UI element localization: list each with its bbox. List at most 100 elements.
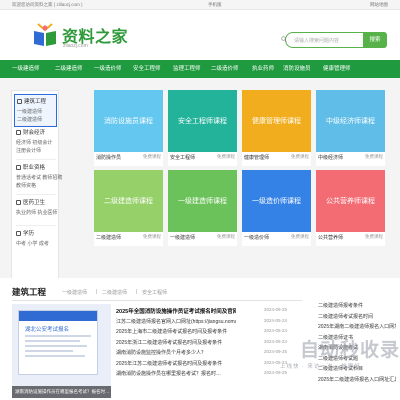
sitemap-link[interactable]: 网站地图 [370, 2, 388, 8]
sidebar-group-construction[interactable]: 建筑工程 一级建造师 二级建造师 [14, 94, 57, 127]
watermark-subtext: 上线快 · 来访一次 · 效果好 [280, 364, 361, 370]
nav-item[interactable]: 健康管理师 [323, 60, 351, 78]
news-list: 2025年全国消防设施操作员证考试报名时间及官网入口网址汇总2024-09-25… [116, 305, 287, 379]
search-icon [281, 36, 287, 42]
course-cover: 健康管理师课程 [242, 90, 311, 152]
free-course-link[interactable]: 免费课程 [291, 234, 309, 240]
news-item[interactable]: 2025年上海市二级建造师考试报名时间及报考条件 2024-05-24 [116, 326, 287, 337]
news-item[interactable]: 湖南消防设施监控操作员个月考多少人？ 2024-09-25 [116, 347, 287, 358]
course-cover: 一级建造师课程 [168, 170, 237, 232]
course-name: 消防操作员 [96, 155, 122, 161]
section-title: 建筑工程 [12, 287, 47, 297]
course-cover: 一级造价师课程 [242, 170, 311, 232]
text-line [25, 355, 85, 357]
news-item[interactable]: 湖南消防设施操作员在哪里报名考试？报名时… 2024-09-25 [116, 368, 287, 379]
article-thumbnail[interactable]: 湖北公安考试报名 湖南消防设施操作员在哪里报名考试？报名时… [12, 304, 111, 398]
course-card[interactable]: 公共营养师课程 公共营养师 免费课程 [316, 170, 385, 246]
section-tab[interactable]: 一级建造师 [62, 289, 87, 296]
search-input[interactable]: 请输入搜索问题内容 [285, 32, 363, 48]
sidebar-sub-link[interactable]: 经济师 初级会计 [16, 139, 58, 147]
related-item[interactable]: 二级建造师报考条件 [302, 300, 400, 311]
course-name: 二级建造师 [96, 235, 122, 241]
main-nav: 一级建造师 二级建造师 一级造价师 安全工程师 监理工程师 二级造价师 执业药师… [0, 60, 400, 78]
building-icon [17, 98, 22, 104]
thumbnail-titlebar [19, 311, 97, 321]
section-tab[interactable]: 二级建造师 [102, 289, 127, 296]
nav-item[interactable]: 消防设施员 [283, 60, 311, 78]
sidebar-group-career[interactable]: 职业资格 普通话考试 教师招聘 教师资格 [16, 163, 62, 190]
free-course-link[interactable]: 免费课程 [365, 154, 383, 160]
course-cover: 二级建造师课程 [94, 170, 163, 232]
thumbnail-screenshot: 湖北公安考试报名 [18, 310, 98, 375]
text-line [25, 350, 73, 352]
separator: | [136, 289, 138, 295]
sidebar-group-education[interactable]: 学历 中考 小学 成考 [16, 229, 58, 248]
watermark-text: 自动秒收录 [300, 340, 400, 361]
nav-item[interactable]: 二级建造师 [55, 60, 83, 78]
thumbnail-title: 湖北公安考试报名 [25, 327, 70, 333]
news-item[interactable]: 2025年浙江二级建造师考试报名时间及报考条件 2024-05-24 [116, 337, 287, 348]
sidebar-sub-link[interactable]: 注册会计师 [16, 147, 58, 155]
finance-icon [16, 129, 21, 135]
graduation-icon [16, 230, 21, 236]
nav-item[interactable]: 安全工程师 [133, 60, 161, 78]
course-cover: 中级经济师课程 [316, 90, 385, 152]
separator: | [96, 289, 98, 295]
divider [16, 225, 56, 226]
sidebar-sub-link[interactable]: 普通话考试 教师招聘 [16, 174, 62, 182]
free-course-link[interactable]: 免费课程 [143, 154, 161, 160]
text-line [25, 345, 87, 347]
nav-item[interactable]: 二级造价师 [211, 60, 239, 78]
brand-domain: zliaozj.com [63, 43, 88, 49]
nav-item[interactable]: 执业药师 [252, 60, 274, 78]
welcome-text: 欢迎您访问资料之家 ( zlilaozj.com ) [12, 2, 83, 7]
nav-item[interactable]: 监理工程师 [173, 60, 201, 78]
search-button[interactable]: 搜索 [363, 32, 387, 48]
nav-item[interactable]: 一级造价师 [94, 60, 122, 78]
course-card[interactable]: 消防设施员课程 消防操作员 免费课程 [94, 90, 163, 166]
course-cover: 消防设施员课程 [94, 90, 163, 152]
course-card[interactable]: 安全工程师课程 安全工程师 免费课程 [168, 90, 237, 166]
header: 资料之家 zliaozj.com 请输入搜索问题内容 搜索 [0, 10, 400, 60]
course-name: 中级经济师 [318, 155, 344, 161]
medical-icon [16, 199, 21, 205]
course-name: 一级造价师 [244, 235, 270, 241]
sidebar-sub-link[interactable]: 中考 小学 成考 [16, 240, 58, 248]
news-item[interactable]: 2025年全国消防设施操作员证考试报名时间及官网入口网址汇总2024-09-25 [116, 305, 287, 316]
sidebar-sub-link[interactable]: 二级建造师 [17, 116, 54, 124]
free-course-link[interactable]: 免费课程 [217, 154, 235, 160]
free-course-link[interactable]: 免费课程 [291, 154, 309, 160]
book-logo-icon[interactable] [32, 22, 58, 48]
course-card[interactable]: 一级造价师课程 一级造价师 免费课程 [242, 170, 311, 246]
certificate-icon [16, 164, 21, 170]
related-item[interactable]: 2025年湖南二级建造师报名入口网址 [302, 321, 400, 332]
nav-item[interactable]: 一级建造师 [12, 60, 40, 78]
divider [12, 300, 302, 301]
course-card[interactable]: 二级建造师课程 二级建造师 免费课程 [94, 170, 163, 246]
watermark: 自动秒收录 上线快 · 来访一次 · 效果好 [280, 335, 400, 383]
sidebar-sub-link[interactable]: 一级建造师 [17, 108, 54, 116]
sidebar-sub-link[interactable]: 执业药师 执业医师 [16, 209, 58, 217]
course-cover: 公共营养师课程 [316, 170, 385, 232]
sidebar-sub-link[interactable]: 教师资格 [16, 182, 58, 190]
related-item[interactable]: 二级建造师考试报名时间 [302, 311, 400, 322]
course-name: 一级建造师 [170, 235, 196, 241]
divider [16, 159, 56, 160]
free-course-link[interactable]: 免费课程 [217, 234, 235, 240]
course-card[interactable]: 健康管理师课程 健康管理师 免费课程 [242, 90, 311, 166]
course-card[interactable]: 中级经济师课程 中级经济师 免费课程 [316, 90, 385, 166]
sidebar-group-medical[interactable]: 医药卫生 执业药师 执业医师 [16, 198, 58, 217]
sidebar-group-finance[interactable]: 财会经济 经济师 初级会计 注册会计师 [16, 128, 58, 155]
free-course-link[interactable]: 免费课程 [143, 234, 161, 240]
mobile-link[interactable]: 手机版 [208, 2, 222, 8]
divider [16, 125, 56, 126]
news-item[interactable]: 2025年江苏二级建造师考试报名时间及报考条件 2024-05-24 [116, 358, 287, 369]
text-line [25, 335, 91, 337]
course-card[interactable]: 一级建造师课程 一级建造师 免费课程 [168, 170, 237, 246]
course-name: 公共营养师 [318, 235, 344, 241]
free-course-link[interactable]: 免费课程 [365, 234, 383, 240]
course-name: 安全工程师 [170, 155, 196, 161]
section-tab[interactable]: 安全工程师 [142, 289, 167, 296]
course-cover: 安全工程师课程 [168, 90, 237, 152]
news-item[interactable]: 江苏二级建造师报名官网入口网址(https://jiangsu.nomax.vi… [116, 316, 287, 327]
